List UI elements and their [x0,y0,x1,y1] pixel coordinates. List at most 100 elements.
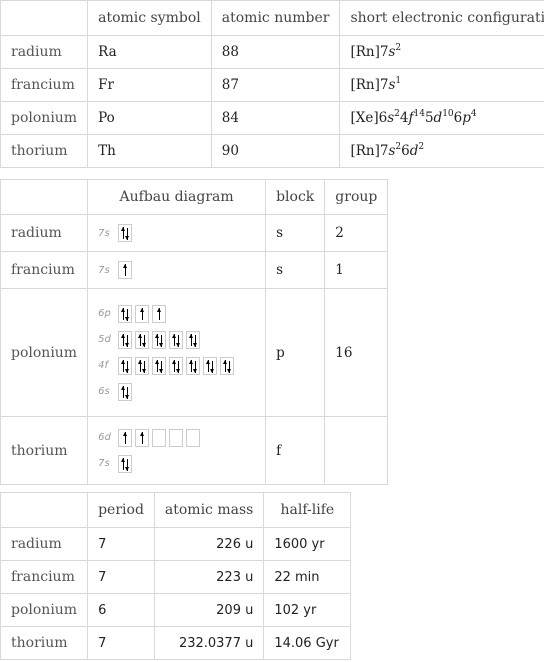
orbital-box [186,428,201,447]
orbital-row: 6d [98,425,255,451]
aufbau-diagram: 7s [87,251,267,289]
orbital-letter: d [433,110,443,126]
group: 16 [324,288,389,417]
electron-count: 4 [470,109,477,119]
header-row: atomic symbol atomic number short electr… [0,0,544,36]
spin-down-arrow-icon [210,360,215,373]
header-aufbau-diagram: Aufbau diagram [87,179,267,215]
aufbau-table: Aufbau diagram block group radium 7s s 2… [0,179,389,485]
atomic-symbol: Th [87,134,212,168]
spin-up-arrow-icon [140,431,145,444]
electronic-configuration: [Rn]7s2 [339,35,544,69]
orbital-box [152,304,167,323]
electronic-configuration: [Rn]7s1 [339,68,544,102]
orbital-label: 7s [98,227,110,239]
table-row: thorium Th 90 [Rn]7s26d2 [0,134,544,168]
spin-down-arrow-icon [125,334,130,347]
spin-down-arrow-icon [125,458,130,471]
block: s [265,251,326,289]
row-label: thorium [0,626,89,660]
orbital-box [186,356,201,375]
spin-up-arrow-icon [121,359,126,372]
spin-down-arrow-icon [193,360,198,373]
atomic-mass: 226 u [153,527,265,561]
atomic-mass: 209 u [153,593,265,627]
row-label: francium [0,68,89,102]
atomic-symbol: Fr [87,68,212,102]
header-row: Aufbau diagram block group [0,179,389,215]
header-atomic-number: atomic number [210,0,341,36]
orbital-label: 4f [98,360,108,371]
spin-up-arrow-icon [138,333,143,346]
table-row: radium 7 226 u 1600 yr [0,527,352,561]
electron-count: 1 [395,76,402,86]
row-label: polonium [0,288,89,417]
config-text: 6 [453,110,463,126]
spin-up-arrow-icon [172,333,177,346]
table-row: polonium 6 209 u 102 yr [0,593,352,627]
spin-up-arrow-icon [140,307,145,320]
half-life: 14.06 Gyr [263,626,352,660]
spin-up-arrow-icon [121,385,126,398]
spin-up-arrow-icon [121,333,126,346]
atomic-symbol: Po [87,101,212,135]
spin-up-arrow-icon [189,333,194,346]
block: s [265,214,326,252]
table-row: polonium 6p 5d 4f 6s p 16 [0,288,389,417]
group: 1 [324,251,389,289]
half-life: 102 yr [263,593,352,627]
row-label: polonium [0,593,89,627]
electronic-configuration: [Rn]7s26d2 [339,134,544,168]
spin-up-arrow-icon [121,457,126,470]
config-text: [Rn]7 [350,77,389,93]
orbital-box [152,356,167,375]
config-text: 5 [424,110,434,126]
orbital-letter: p [462,110,471,126]
spin-up-arrow-icon [223,359,228,372]
spin-up-arrow-icon [189,359,194,372]
aufbau-diagram: 7s [87,214,267,252]
mass-halflife-table: period atomic mass half-life radium 7 22… [0,492,352,660]
orbital-box [169,330,184,349]
row-label: polonium [0,101,89,135]
header-group: group [324,179,389,215]
spin-down-arrow-icon [125,386,130,399]
orbital-box [118,224,133,242]
row-label: radium [0,35,89,69]
config-text: [Rn]7 [350,44,389,60]
orbital-label: 7s [98,264,110,276]
orbital-row: 5d [98,327,255,353]
spin-down-arrow-icon [125,308,130,321]
table-row: radium Ra 88 [Rn]7s2 [0,35,544,69]
spin-up-arrow-icon [138,359,143,372]
spin-down-arrow-icon [176,334,181,347]
header-electronic-configuration: short electronic configuration [339,0,544,36]
block: f [265,416,326,485]
header-atomic-mass: atomic mass [153,492,265,528]
config-text: [Rn]7 [350,143,389,159]
spin-up-arrow-icon [157,307,162,320]
row-label: thorium [0,416,89,485]
spin-down-arrow-icon [142,334,147,347]
header-half-life: half-life [263,492,352,528]
orbital-box [135,304,150,323]
orbital-box [135,428,150,447]
aufbau-diagram: 6d 7s [87,416,267,485]
orbital-box [169,356,184,375]
electron-count: 14 [413,109,425,119]
group [324,416,389,485]
orbital-row: 6s [98,379,255,405]
atomic-number: 87 [210,68,341,102]
spin-up-arrow-icon [123,431,128,444]
corner-cell [0,179,89,215]
row-label: francium [0,560,89,594]
atomic-mass: 232.0377 u [153,626,265,660]
atomic-number: 90 [210,134,341,168]
spin-down-arrow-icon [227,360,232,373]
orbital-row: 4f [98,353,255,379]
orbital-label: 6p [98,308,111,319]
row-label: thorium [0,134,89,168]
orbital-box [152,330,167,349]
orbital-label: 6d [98,432,111,443]
orbital-box [118,382,133,401]
